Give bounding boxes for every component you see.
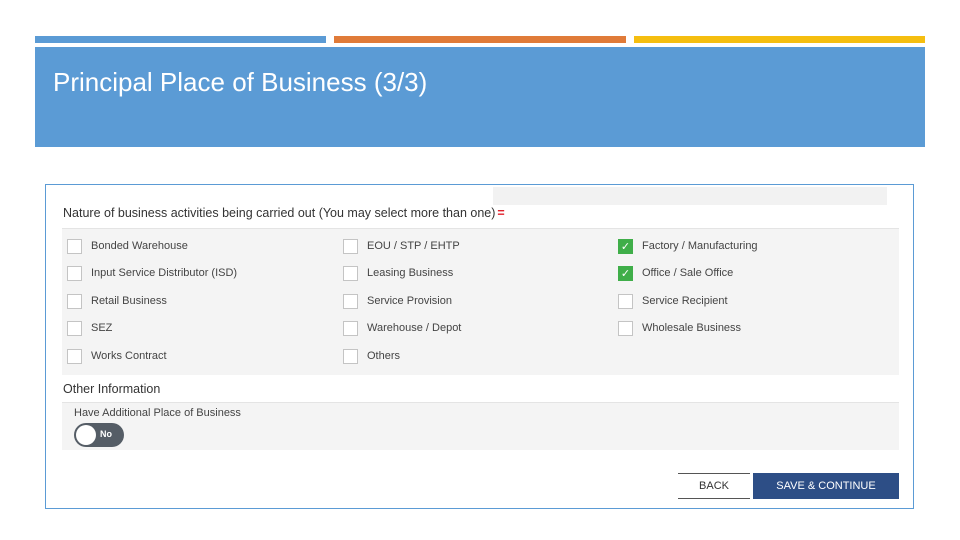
panel-top-strip <box>493 187 887 205</box>
title-band: Principal Place of Business (3/3) <box>35 47 925 147</box>
activity-input-service-distributor[interactable]: Input Service Distributor (ISD) <box>67 265 237 281</box>
activity-sez[interactable]: SEZ <box>67 320 112 336</box>
checkbox[interactable] <box>343 293 358 309</box>
toggle-knob <box>76 425 96 445</box>
activity-works-contract[interactable]: Works Contract <box>67 348 167 364</box>
additional-place-label: Have Additional Place of Business <box>74 407 241 419</box>
activity-others[interactable]: Others <box>343 348 400 364</box>
activity-eou-stp-ehtp[interactable]: EOU / STP / EHTP <box>343 238 460 254</box>
checkbox-checked[interactable]: ✓ <box>618 265 633 281</box>
activity-label: Leasing Business <box>367 267 454 279</box>
nature-heading-text: Nature of business activities being carr… <box>63 206 496 220</box>
activity-label: Service Recipient <box>642 295 728 307</box>
checkbox[interactable] <box>67 348 82 364</box>
accent-bar-blue <box>35 36 326 43</box>
checkbox[interactable] <box>618 293 633 309</box>
checkbox[interactable] <box>343 238 358 254</box>
activity-retail-business[interactable]: Retail Business <box>67 293 167 309</box>
checkbox[interactable] <box>343 320 358 336</box>
accent-bar-yellow <box>634 36 925 43</box>
checkbox[interactable] <box>67 265 82 281</box>
activity-label: Service Provision <box>367 295 452 307</box>
activities-checkbox-grid: Bonded Warehouse EOU / STP / EHTP ✓ Fact… <box>62 228 899 375</box>
accent-bar-orange <box>334 36 626 43</box>
toggle-state-text: No <box>100 429 112 439</box>
activity-label: Bonded Warehouse <box>91 240 188 252</box>
other-information-section: Have Additional Place of Business No <box>62 402 899 450</box>
check-icon: ✓ <box>620 239 631 253</box>
activity-bonded-warehouse[interactable]: Bonded Warehouse <box>67 238 188 254</box>
required-marker: = <box>497 206 505 220</box>
additional-place-toggle[interactable]: No <box>74 423 124 447</box>
activity-service-recipient[interactable]: Service Recipient <box>618 293 728 309</box>
checkbox[interactable] <box>67 320 82 336</box>
activity-factory-manufacturing[interactable]: ✓ Factory / Manufacturing <box>618 238 758 254</box>
activity-label: Works Contract <box>91 350 167 362</box>
activity-office-sale-office[interactable]: ✓ Office / Sale Office <box>618 265 733 281</box>
activity-label: Others <box>367 350 401 362</box>
activity-label: SEZ <box>91 322 113 334</box>
activity-service-provision[interactable]: Service Provision <box>343 293 452 309</box>
save-continue-button[interactable]: SAVE & CONTINUE <box>753 473 899 499</box>
activity-label: EOU / STP / EHTP <box>367 240 460 252</box>
back-button[interactable]: BACK <box>678 473 750 499</box>
activity-label: Warehouse / Depot <box>367 322 462 334</box>
nature-of-business-heading: Nature of business activities being carr… <box>63 206 505 220</box>
slide-title: Principal Place of Business (3/3) <box>53 67 428 97</box>
activity-wholesale-business[interactable]: Wholesale Business <box>618 320 741 336</box>
checkbox[interactable] <box>343 348 358 364</box>
checkbox[interactable] <box>618 320 633 336</box>
activity-label: Factory / Manufacturing <box>642 240 758 252</box>
activity-warehouse-depot[interactable]: Warehouse / Depot <box>343 320 461 336</box>
checkbox[interactable] <box>67 293 82 309</box>
activity-label: Office / Sale Office <box>642 267 734 279</box>
activity-leasing-business[interactable]: Leasing Business <box>343 265 453 281</box>
activity-label: Retail Business <box>91 295 167 307</box>
checkbox-checked[interactable]: ✓ <box>618 238 633 254</box>
other-information-heading: Other Information <box>63 382 161 396</box>
activity-label: Input Service Distributor (ISD) <box>91 267 238 279</box>
checkbox[interactable] <box>343 265 358 281</box>
activity-label: Wholesale Business <box>642 322 742 334</box>
check-icon: ✓ <box>620 266 631 280</box>
form-panel: Nature of business activities being carr… <box>45 184 914 509</box>
checkbox[interactable] <box>67 238 82 254</box>
